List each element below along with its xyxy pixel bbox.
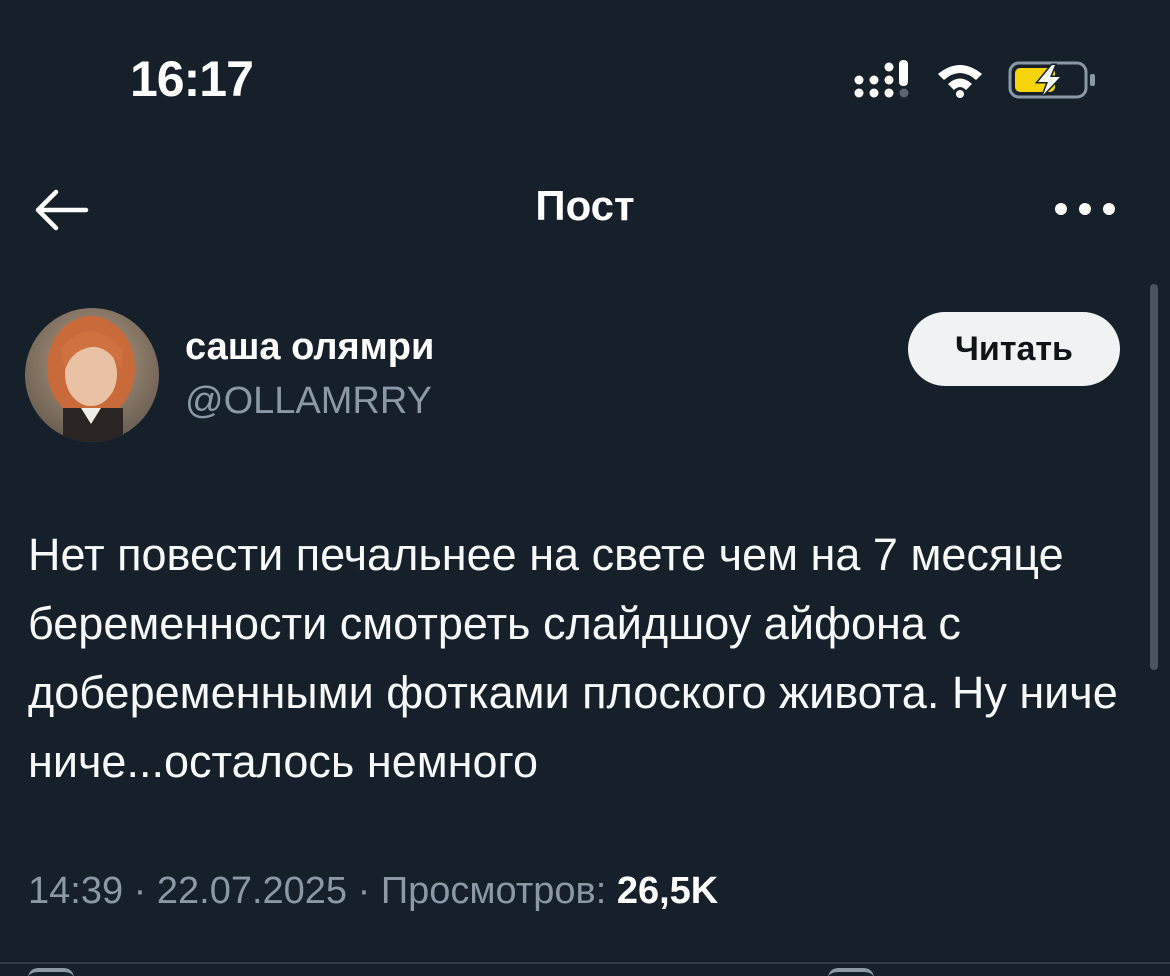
views-label: Просмотров:: [380, 870, 607, 912]
more-options-icon[interactable]: [1052, 196, 1118, 222]
meta-separator: ·: [357, 870, 371, 912]
avatar[interactable]: [25, 308, 159, 442]
views-count[interactable]: 26,5K: [617, 870, 718, 912]
divider: [0, 962, 1170, 964]
page-title: Пост: [535, 182, 635, 229]
post-time: 14:39: [28, 870, 124, 912]
reply-icon[interactable]: [28, 968, 74, 976]
wifi-icon: [938, 65, 982, 98]
author-name[interactable]: саша олямри: [185, 326, 434, 369]
follow-button[interactable]: Читать: [908, 312, 1120, 386]
post-screen: 16:17 Пост саша олямри @OLLAMRRY Читать …: [0, 0, 1170, 976]
scrollbar[interactable]: [1150, 284, 1158, 670]
post-meta: 14:39 · 22.07.2025 · Просмотров: 26,5K: [28, 870, 718, 913]
meta-separator: ·: [133, 870, 147, 912]
post-date: 22.07.2025: [156, 870, 348, 912]
status-time: 16:17: [130, 51, 254, 107]
author-handle[interactable]: @OLLAMRRY: [185, 380, 432, 423]
battery-charging-icon: [1008, 61, 1095, 99]
cellular-signal-icon: [854, 60, 909, 98]
post-text: Нет повести печальнее на свете чем на 7 …: [28, 529, 1118, 787]
bookmark-icon[interactable]: [828, 968, 874, 976]
